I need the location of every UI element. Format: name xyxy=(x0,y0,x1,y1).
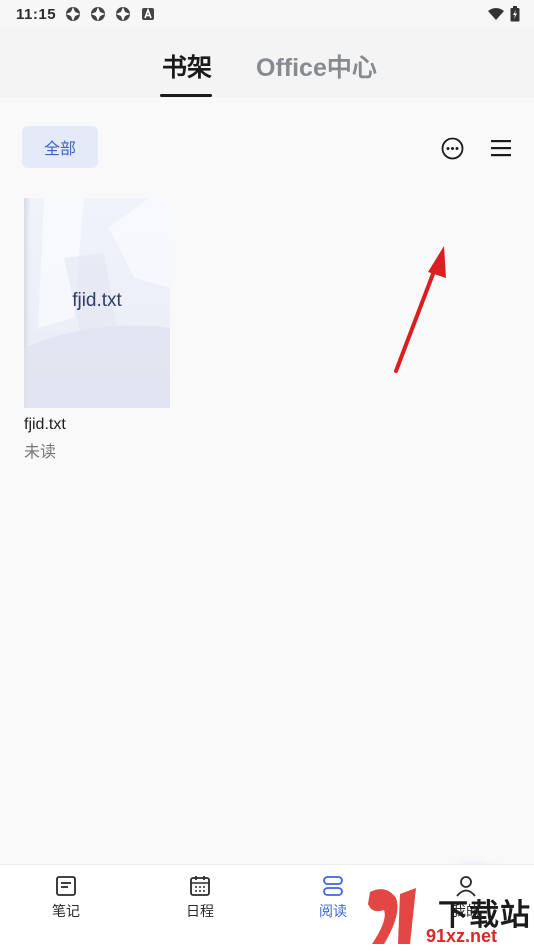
book-name: fjid.txt xyxy=(24,416,66,433)
person-icon xyxy=(456,876,476,897)
menu-icon[interactable] xyxy=(490,138,512,158)
battery-icon xyxy=(510,6,520,22)
top-tab-bar: 书架 Office中心 xyxy=(0,28,534,98)
nav-label-schedule: 日程 xyxy=(186,903,214,919)
tab-bookshelf[interactable]: 书架 xyxy=(162,48,212,84)
nav-label-reading: 阅读 xyxy=(319,903,347,919)
app-notification-icon xyxy=(116,7,131,21)
tab-office-center[interactable]: Office中心 xyxy=(256,48,377,84)
nav-label-mine: 我的 xyxy=(452,903,480,919)
nav-item-reading[interactable]: 阅读 xyxy=(298,875,368,921)
nav-item-schedule[interactable]: 日程 xyxy=(165,875,235,921)
annotation-arrow xyxy=(394,246,446,373)
bookshelf-content: 全部 fjid.txt fjid.txt 未读 xyxy=(0,98,534,940)
notes-icon xyxy=(56,876,76,896)
calendar-icon xyxy=(190,876,210,896)
book-read-status: 未读 xyxy=(24,444,57,461)
book-cover-title: fjid.txt xyxy=(72,290,122,311)
nav-item-mine[interactable]: 我的 xyxy=(431,875,501,921)
nav-item-notes[interactable]: 笔记 xyxy=(31,875,101,921)
reading-icon xyxy=(323,876,343,896)
status-bar: 11:15 xyxy=(0,0,534,28)
bottom-navigation: 笔记 日程 阅读 我的 xyxy=(0,864,534,951)
book-card[interactable]: fjid.txt fjid.txt 未读 xyxy=(24,198,170,462)
a-badge-icon xyxy=(142,7,155,20)
wifi-icon xyxy=(488,8,504,20)
status-time: 11:15 xyxy=(16,5,57,23)
more-circle-icon[interactable] xyxy=(441,137,464,160)
app-notification-icon xyxy=(91,7,106,21)
nav-label-notes: 笔记 xyxy=(52,903,80,919)
status-left: 11:15 xyxy=(16,6,156,23)
active-tab-indicator xyxy=(160,94,212,97)
filter-all-button[interactable]: 全部 xyxy=(22,126,98,168)
status-right xyxy=(488,6,520,22)
app-notification-icon xyxy=(66,7,81,21)
book-cover[interactable]: fjid.txt xyxy=(24,198,170,408)
